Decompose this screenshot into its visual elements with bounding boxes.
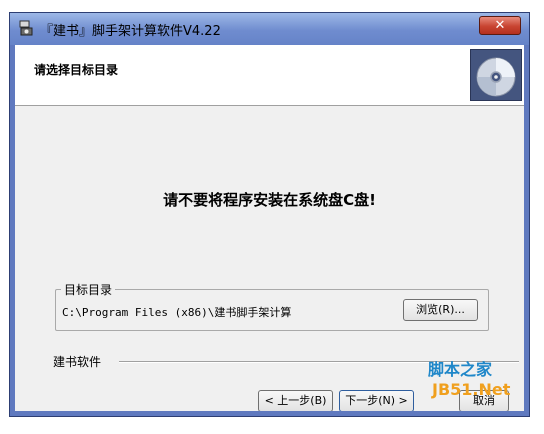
target-path-value: C:\Program Files (x86)\建书脚手架计算 — [62, 306, 292, 319]
close-icon: ✕ — [494, 18, 506, 33]
title-bar[interactable]: 『建书』脚手架计算软件V4.22 ✕ — [10, 13, 529, 45]
installer-app-icon — [19, 20, 33, 36]
target-directory-group: 目标目录 C:\Program Files (x86)\建书脚手架计算 浏览(R… — [55, 281, 489, 331]
brand-label: 建书软件 — [53, 355, 102, 369]
page-title: 请选择目标目录 — [34, 63, 119, 77]
browse-button[interactable]: 浏览(R)... — [403, 299, 478, 321]
wizard-header: 请选择目标目录 — [15, 45, 524, 106]
next-button[interactable]: 下一步(N) > — [339, 390, 414, 411]
target-directory-label: 目标目录 — [61, 281, 116, 298]
cd-disc-icon — [470, 49, 522, 101]
watermark-top-text: 脚本之家 — [428, 360, 493, 379]
back-button[interactable]: < 上一步(B) — [258, 390, 333, 411]
site-watermark: 脚本之家 JB51.Net — [428, 356, 538, 404]
close-button[interactable]: ✕ — [479, 16, 521, 35]
install-warning-text: 请不要将程序安装在系统盘C盘! — [163, 191, 376, 209]
watermark-bottom-text: JB51.Net — [432, 380, 511, 399]
window-title: 『建书』脚手架计算软件V4.22 — [40, 24, 221, 39]
